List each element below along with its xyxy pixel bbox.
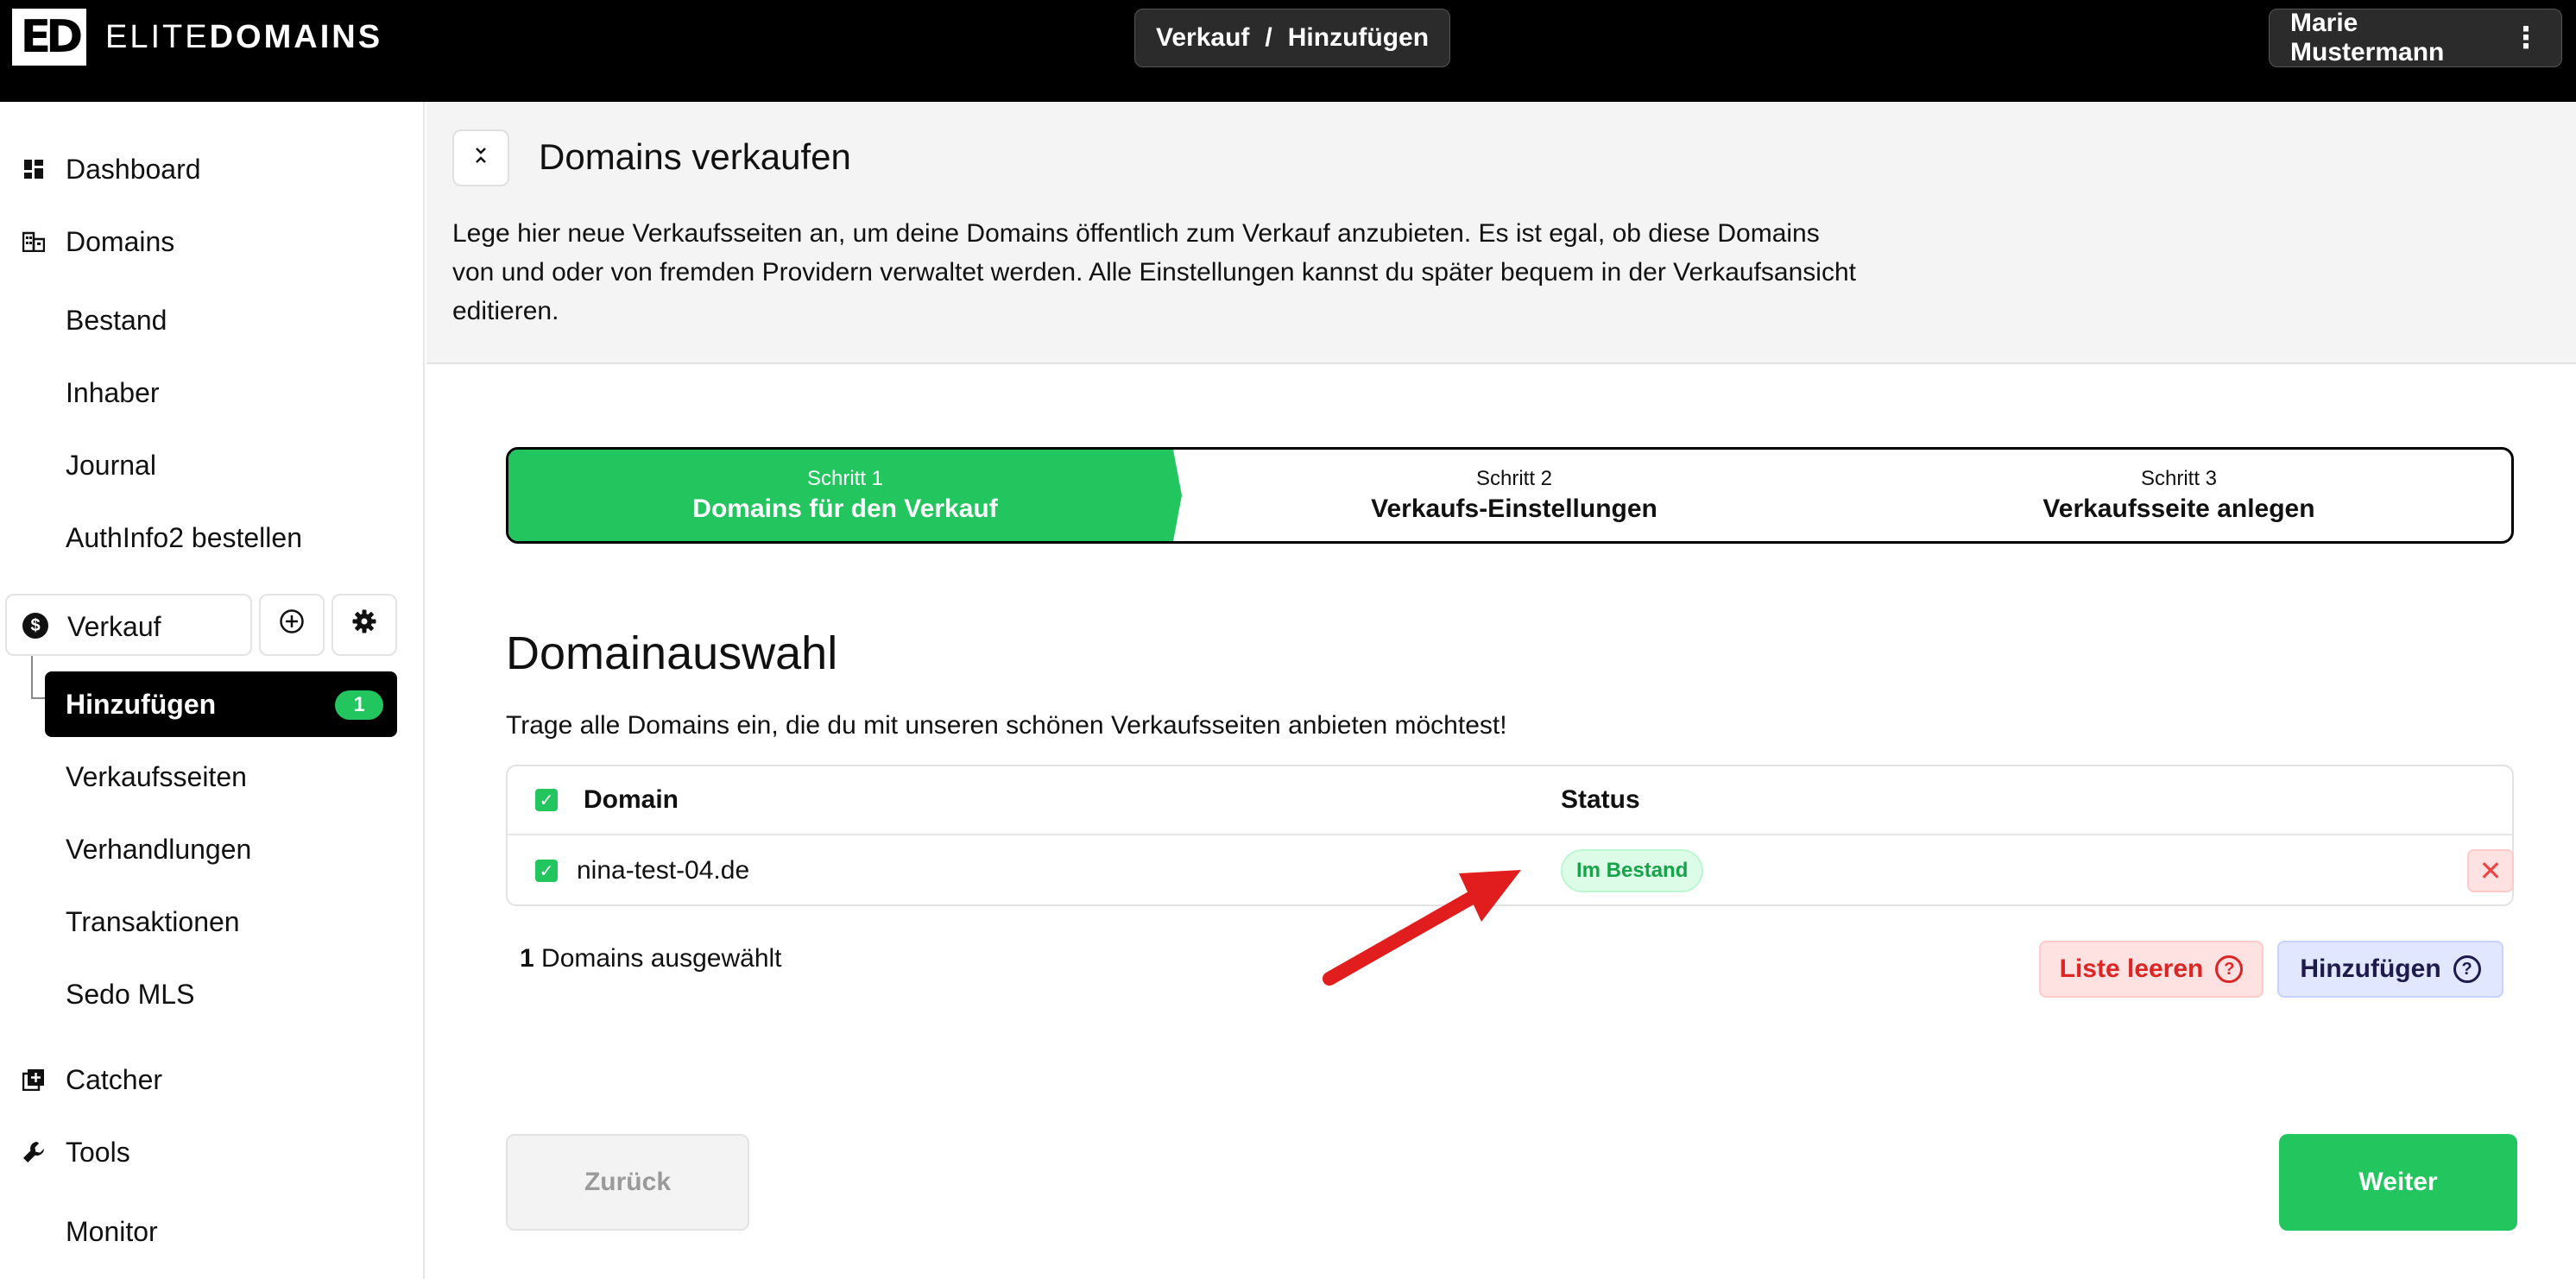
intro-panel: Domains verkaufen Lege hier neue Verkauf… [426,102,2576,364]
sidebar-item-label: Journal [66,449,156,481]
domain-table: ✓ Domain Status ✓ nina-test-04.de Im Bes… [506,765,2514,906]
gear-icon [351,608,377,642]
user-menu-button[interactable]: Marie Mustermann ⋮ [2269,9,2562,67]
step-label: Verkaufsseite anlegen [2042,495,2315,523]
step-3[interactable]: Schritt 3 Verkaufsseite anlegen [1847,450,2511,541]
column-header-status: Status [1561,785,1640,814]
table-header: ✓ Domain Status [508,766,2512,835]
sidebar-item-label: Verhandlungen [66,833,252,865]
breadcrumb-item-verkauf[interactable]: Verkauf [1156,23,1249,53]
sale-settings-button[interactable] [331,594,397,656]
dashboard-icon [21,156,47,182]
step-label: Domains für den Verkauf [692,495,998,523]
logo-text-light: ELITE [105,18,210,55]
row-checkbox[interactable]: ✓ [535,860,558,882]
help-icon: ? [2453,955,2481,983]
sidebar-item-label: Sedo MLS [66,978,195,1010]
collapse-icon [471,146,490,171]
breadcrumb[interactable]: Verkauf / Hinzufügen [1134,9,1451,67]
step-label: Verkaufs-Einstellungen [1371,495,1657,523]
page-title: Domains verkaufen [539,136,851,177]
logo-text-bold: DOMAINS [209,18,383,55]
building-icon [21,229,47,255]
add-sale-button[interactable] [259,594,325,656]
sidebar-item-label: Domains [66,225,175,257]
top-bar: ED ELITEDOMAINS Verkauf / Hinzufügen Mar… [0,0,2576,102]
sidebar-item-label: Monitor [66,1215,158,1247]
step-number: Schritt 2 [1475,467,1553,490]
help-icon: ? [2215,955,2244,983]
sidebar-item-verkauf[interactable]: $ Verkauf [5,594,252,656]
add-domain-button[interactable]: Hinzufügen ? [2277,941,2503,998]
sidebar-item-label: Hinzufügen [66,689,217,720]
remove-row-button[interactable]: ✕ [2467,849,2514,892]
count-badge: 1 [335,690,383,720]
logo-mark: ED [12,9,86,66]
back-button[interactable]: Zurück [506,1134,749,1231]
sidebar-item-label: Bestand [66,304,167,336]
wrench-icon [21,1139,47,1165]
plus-circle-icon [279,608,305,642]
clear-list-label: Liste leeren [2059,955,2204,983]
sidebar-item-label: Transaktionen [66,905,240,937]
sidebar-item-label: Verkaufsseiten [66,760,247,792]
more-vertical-icon: ⋮ [2511,22,2541,54]
sidebar-item-label: Tools [66,1136,130,1168]
dollar-circle-icon: $ [22,613,48,639]
sidebar: Dashboard Domains Bestand Inhaber Journa… [0,102,425,1279]
breadcrumb-separator: / [1265,23,1272,52]
add-domain-label: Hinzufügen [2300,955,2441,983]
selection-count-number: 1 [520,944,534,973]
sidebar-item-hinzufuegen[interactable]: Hinzufügen 1 [45,671,397,737]
next-button[interactable]: Weiter [2279,1134,2517,1231]
step-number: Schritt 3 [2140,467,2218,490]
collapse-button[interactable] [452,129,509,186]
section-title: Domainauswahl [506,627,838,679]
library-add-icon [21,1067,47,1093]
step-2[interactable]: Schritt 2 Verkaufs-Einstellungen [1182,450,1847,541]
select-all-checkbox[interactable]: ✓ [535,789,558,811]
logo[interactable]: ED ELITEDOMAINS [12,9,382,66]
column-header-domain: Domain [584,785,679,814]
sidebar-item-label: AuthInfo2 bestellen [66,521,302,553]
step-number: Schritt 1 [806,467,884,490]
step-1[interactable]: Schritt 1 Domains für den Verkauf [508,450,1182,541]
domain-name: nina-test-04.de [577,856,750,885]
sidebar-item-label: Inhaber [66,376,160,408]
selection-count: 1 Domains ausgewählt [520,944,782,973]
sidebar-item-label: Dashboard [66,153,201,185]
sidebar-item-label: Verkauf [67,611,161,642]
clear-list-button[interactable]: Liste leeren ? [2039,941,2263,998]
main-content: Domains verkaufen Lege hier neue Verkauf… [426,102,2576,1279]
breadcrumb-item-hinzufuegen[interactable]: Hinzufügen [1288,23,1429,53]
close-icon: ✕ [2478,855,2503,886]
selection-count-label: Domains ausgewählt [541,944,782,973]
logo-text: ELITEDOMAINS [105,19,382,56]
intro-text: Lege hier neue Verkaufsseiten an, um dei… [452,219,1856,325]
stepper: Schritt 1 Domains für den Verkauf Schrit… [506,447,2514,544]
user-name: Marie Mustermann [2290,9,2445,66]
sidebar-item-label: Catcher [66,1063,163,1095]
status-badge: Im Bestand [1561,849,1704,892]
section-description: Trage alle Domains ein, die du mit unser… [506,711,1507,740]
